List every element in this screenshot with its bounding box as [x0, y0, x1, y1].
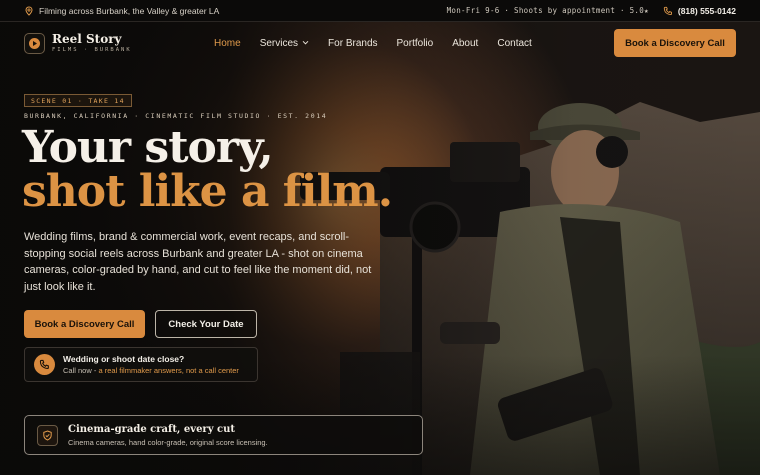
location-info: Filming across Burbank, the Valley & gre… — [24, 6, 219, 16]
brand-tagline: FILMS · BURBANK — [52, 47, 132, 53]
nav-for-brands[interactable]: For Brands — [328, 38, 377, 49]
phone-link[interactable]: (818) 555-0142 — [663, 6, 736, 16]
nav-services-label: Services — [259, 37, 299, 49]
feature-card: Cinema-grade craft, every cut Cinema cam… — [24, 415, 423, 455]
nav-about[interactable]: About — [452, 38, 478, 49]
hero-eyebrow: BURBANK, CALIFORNIA · CINEMATIC FILM STU… — [24, 112, 328, 120]
main-nav: Home Services For Brands Portfolio About… — [214, 22, 532, 64]
shield-icon — [37, 424, 58, 446]
hours-text: Mon-Fri 9-6 · Shoots by appointment · 5.… — [446, 6, 649, 15]
hero-lead: Wedding films, brand & commercial work, … — [24, 231, 372, 293]
nav-home[interactable]: Home — [214, 38, 241, 49]
hero-headline-line1: Your story, — [22, 122, 274, 173]
scene-tag: SCENE 01 · TAKE 14 — [24, 94, 132, 107]
check-your-date-button[interactable]: Check Your Date — [155, 310, 257, 338]
film-reel-icon — [24, 32, 45, 54]
callout-prefix: Call now - — [63, 366, 99, 375]
chevron-down-icon — [302, 38, 309, 49]
nav-services[interactable]: Services — [260, 38, 309, 49]
top-info-bar: Filming across Burbank, the Valley & gre… — [0, 0, 760, 22]
feature-subtitle: Cinema cameras, hand color-grade, origin… — [68, 437, 268, 447]
hero-headline-line2: shot like a film. — [22, 166, 393, 217]
callout-highlight: a real filmmaker answers, not a call cen… — [98, 366, 239, 375]
header-discovery-call-button[interactable]: Book a Discovery Call — [614, 29, 736, 57]
map-pin-icon — [24, 5, 34, 16]
phone-number: (818) 555-0142 — [677, 5, 736, 16]
book-discovery-call-button[interactable]: Book a Discovery Call — [24, 310, 145, 338]
brand-logo[interactable]: Reel Story FILMS · BURBANK — [24, 32, 132, 54]
nav-contact[interactable]: Contact — [497, 38, 531, 49]
nav-portfolio[interactable]: Portfolio — [397, 38, 434, 49]
callout-title: Wedding or shoot date close? — [63, 354, 185, 364]
phone-icon — [34, 354, 55, 375]
site-header: Reel Story FILMS · BURBANK Home Services… — [0, 22, 760, 64]
location-text: Filming across Burbank, the Valley & gre… — [39, 5, 220, 16]
phone-icon — [663, 6, 673, 16]
hero-headline: Your story, shot like a film. — [22, 122, 393, 217]
feature-title: Cinema-grade craft, every cut — [68, 423, 235, 435]
brand-name: Reel Story — [52, 32, 122, 46]
call-now-callout[interactable]: Wedding or shoot date close? Call now - … — [24, 347, 258, 382]
callout-subtitle: Call now - a real filmmaker answers, not… — [63, 366, 239, 375]
